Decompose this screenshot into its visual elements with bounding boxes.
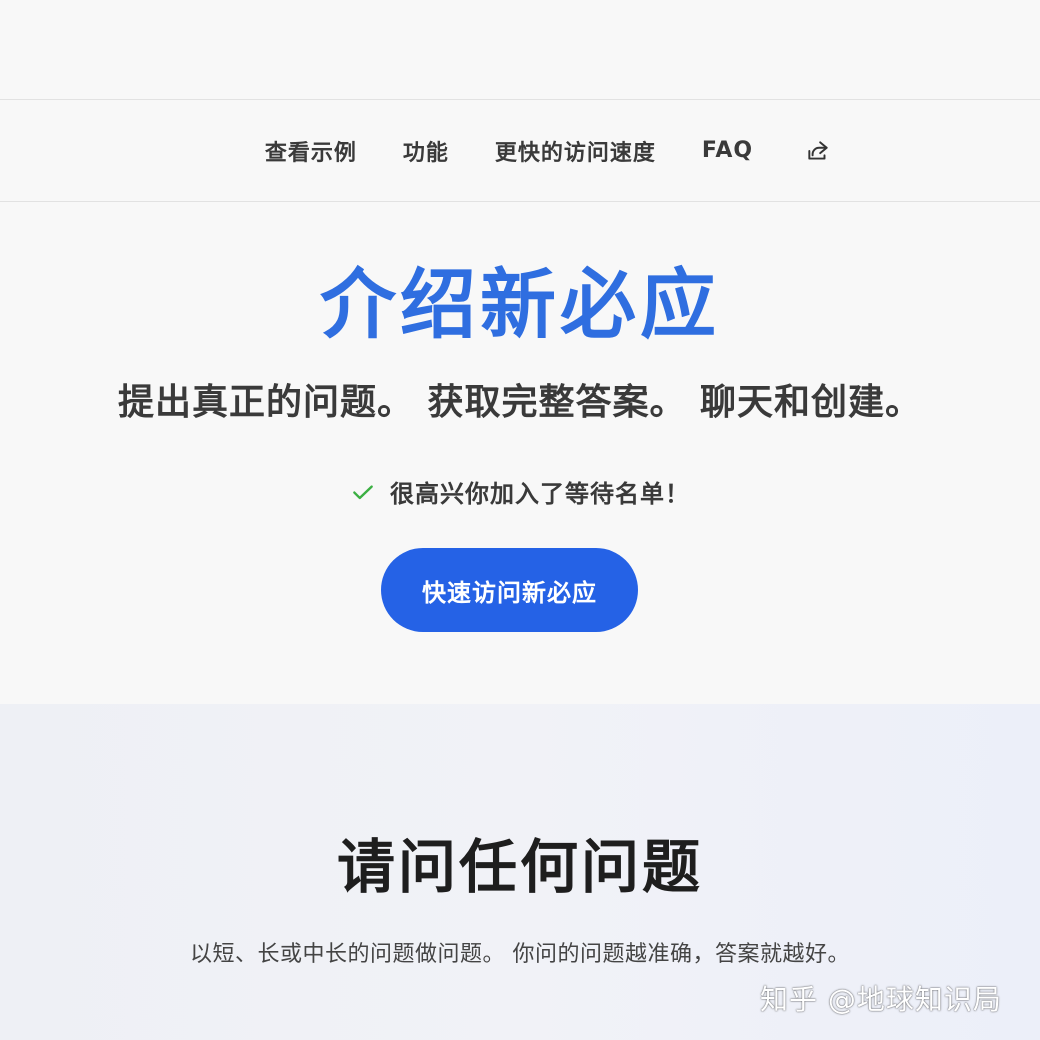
hero-title: 介绍新必应 — [320, 260, 720, 349]
waitlist-message: 很高兴你加入了等待名单！ — [390, 480, 690, 508]
section-title: 请问任何问题 — [336, 833, 703, 901]
watermark: 知乎 @地球知识局 — [760, 983, 1002, 1016]
hero-subtitle: 提出真正的问题。 获取完整答案。 聊天和创建。 — [117, 382, 923, 423]
nav-link-faq[interactable]: FAQ — [702, 138, 753, 163]
top-nav: 查看示例 功能 更快的访问速度 FAQ — [0, 100, 1040, 202]
hero-section: 介绍新必应 提出真正的问题。 获取完整答案。 聊天和创建。 很高兴你加入了等待名… — [0, 202, 1040, 704]
share-icon[interactable] — [804, 137, 832, 165]
nav-link-faster-access[interactable]: 更快的访问速度 — [495, 135, 656, 167]
waitlist-status: 很高兴你加入了等待名单！ — [0, 474, 1040, 509]
nav-link-examples[interactable]: 查看示例 — [265, 135, 357, 167]
ask-anything-section: 请问任何问题 以短、长或中长的问题做问题。 你问的问题越准确，答案就越好。 知乎… — [0, 704, 1040, 1040]
top-blank-area — [0, 0, 1040, 100]
section-description: 以短、长或中长的问题做问题。 你问的问题越准确，答案就越好。 — [190, 942, 850, 967]
quick-access-button[interactable]: 快速访问新必应 — [381, 548, 638, 632]
nav-link-features[interactable]: 功能 — [403, 135, 449, 167]
check-icon — [353, 484, 373, 499]
